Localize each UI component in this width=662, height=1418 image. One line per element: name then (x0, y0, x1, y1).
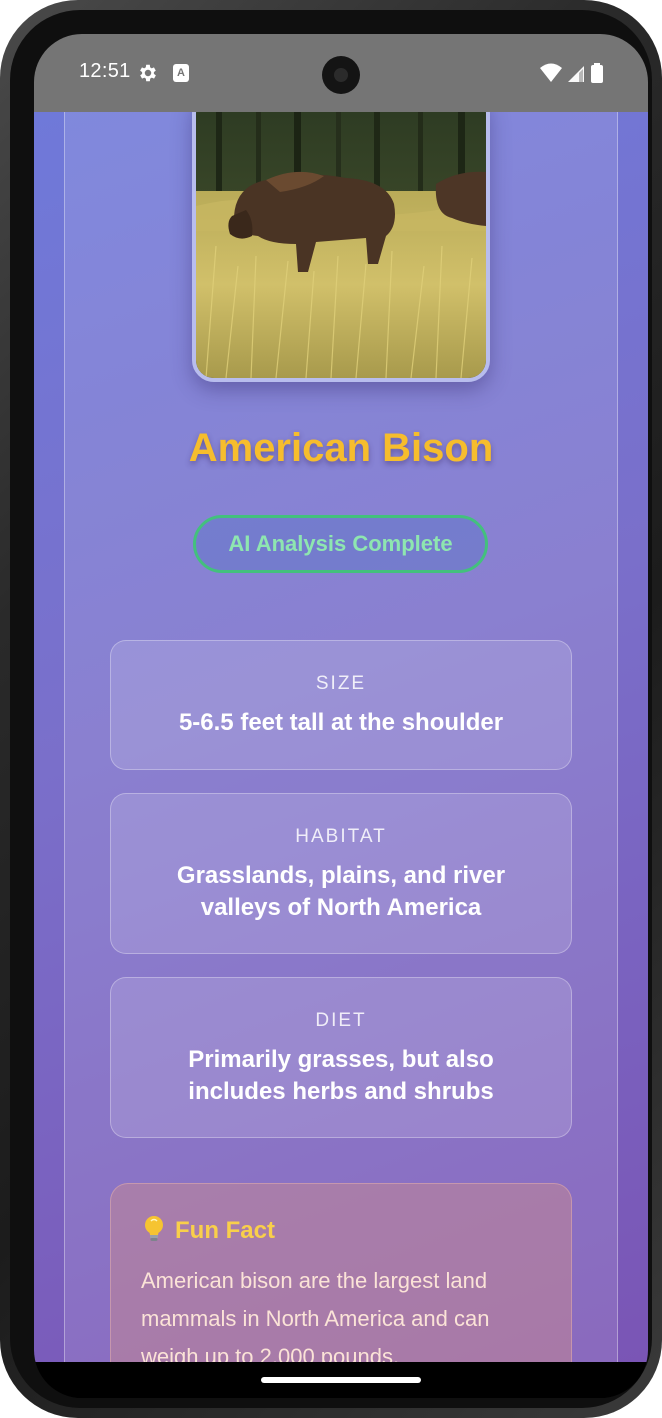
size-value: 5-6.5 feet tall at the shoulder (178, 709, 504, 736)
size-label: SIZE (315, 673, 367, 694)
gear-icon (140, 64, 156, 82)
status-bar: 12:51 A (34, 34, 648, 112)
fun-fact-title: Fun Fact (175, 1217, 275, 1244)
device-frame: 12:51 A American Bison AI Analysis Compl… (0, 0, 662, 1418)
lightbulb-icon (145, 1216, 163, 1241)
diet-value: Primarily grasses, but also includes her… (188, 1046, 494, 1105)
cellular-signal-icon (568, 66, 584, 82)
home-gesture-handle[interactable] (261, 1377, 421, 1383)
fun-fact-card: Fun Fact American bison are the largest … (110, 1183, 572, 1362)
fun-fact-text: American bison are the largest land mamm… (141, 1268, 490, 1362)
fun-fact-header: Fun Fact (141, 1214, 275, 1245)
wifi-icon (540, 63, 562, 82)
analysis-status-badge: AI Analysis Complete (193, 515, 488, 573)
habitat-value: Grasslands, plains, and river valleys of… (176, 862, 506, 921)
device-bezel: 12:51 A American Bison AI Analysis Compl… (10, 10, 652, 1408)
habitat-label: HABITAT (295, 826, 387, 847)
front-camera (322, 56, 360, 94)
bison-photo (192, 112, 490, 382)
text-a-icon: A (173, 64, 189, 82)
bison-photo-image (196, 112, 486, 378)
battery-icon (591, 63, 603, 83)
app-content[interactable]: American Bison AI Analysis Complete SIZE… (34, 112, 648, 1362)
habitat-card: HABITAT Grasslands, plains, and river va… (110, 793, 572, 954)
navigation-bar (34, 1362, 648, 1398)
screen: 12:51 A American Bison AI Analysis Compl… (34, 34, 648, 1398)
system-status-icons (540, 63, 603, 83)
size-card: SIZE 5-6.5 feet tall at the shoulder (110, 640, 572, 770)
diet-label: DIET (315, 1010, 367, 1031)
diet-card: DIET Primarily grasses, but also include… (110, 977, 572, 1138)
animal-name: American Bison (188, 426, 494, 470)
status-time: 12:51 (79, 60, 131, 82)
